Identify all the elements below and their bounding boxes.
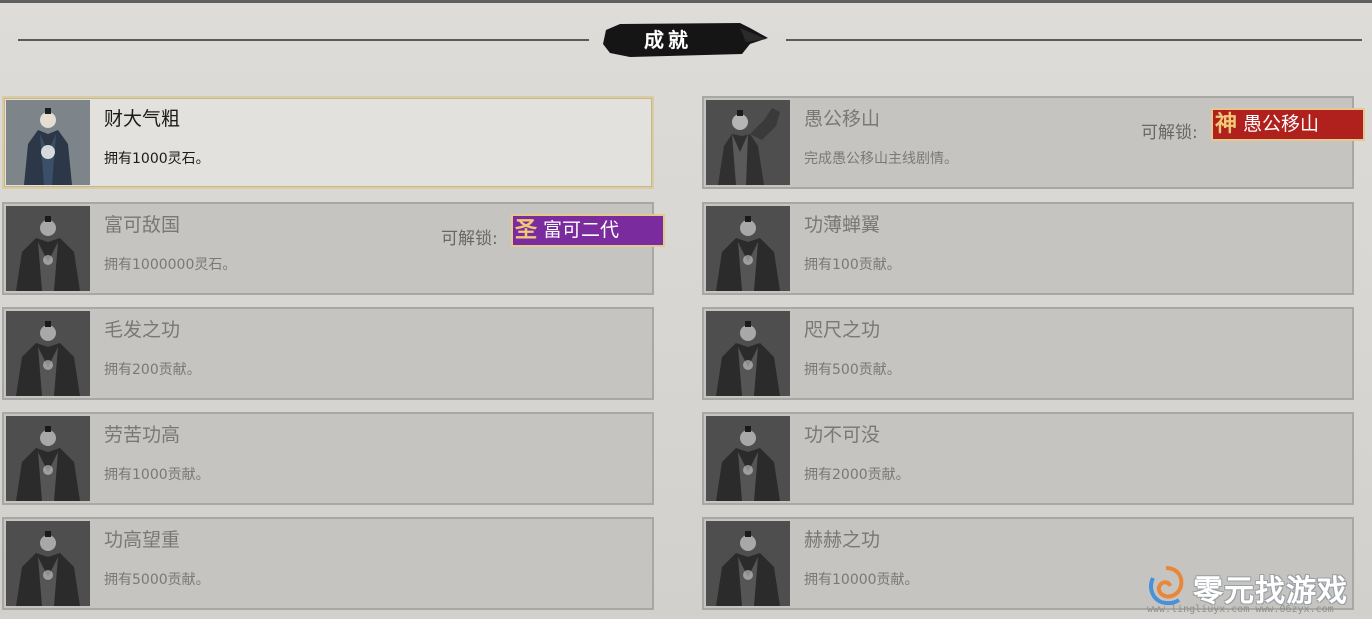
achievement-title: 咫尺之功	[804, 319, 881, 341]
achievement-title: 富可敌国	[104, 214, 181, 236]
achievement-portrait	[706, 100, 790, 185]
achievement-desc: 拥有100贡献。	[804, 257, 901, 273]
badge-glyph: 神	[1215, 111, 1238, 137]
watermark: 零元找游戏 www.lingliuyx.com www.06zyx.com	[1145, 560, 1365, 616]
achievement-desc: 完成愚公移山主线剧情。	[804, 151, 958, 167]
unlock-name: 愚公移山	[1243, 113, 1320, 135]
unlock-name: 富可二代	[543, 219, 620, 241]
achievement-card-cai-da-qi-cu[interactable]: 财大气粗 拥有1000灵石。	[2, 96, 654, 189]
top-edge	[0, 0, 1372, 3]
achievement-portrait	[706, 521, 790, 606]
unlock-badge-yu-gong-yi-shan[interactable]: 神 愚公移山	[1211, 108, 1365, 141]
achievement-desc: 拥有10000贡献。	[804, 572, 919, 588]
unlock-label: 可解锁:	[441, 229, 498, 249]
achievement-portrait	[706, 206, 790, 291]
achievement-title: 财大气粗	[104, 108, 181, 130]
unlock-label: 可解锁:	[1141, 123, 1198, 143]
watermark-url: www.lingliuyx.com www.06zyx.com	[1147, 604, 1334, 615]
achievement-portrait	[6, 521, 90, 606]
achievement-title: 功薄蝉翼	[804, 214, 881, 236]
achievement-desc: 拥有200贡献。	[104, 362, 201, 378]
achievement-title: 功高望重	[104, 529, 181, 551]
achievement-desc: 拥有1000贡献。	[104, 467, 210, 483]
achievement-desc: 拥有5000贡献。	[104, 572, 210, 588]
achievement-title: 愚公移山	[804, 108, 881, 130]
achievement-card-gong-gao-wang-zhong[interactable]: 功高望重 拥有5000贡献。	[2, 517, 654, 610]
achievement-portrait	[706, 311, 790, 396]
badge-glyph: 圣	[515, 217, 538, 243]
header-divider-right	[786, 39, 1362, 41]
achievement-portrait	[6, 206, 90, 291]
achievement-card-lao-ku-gong-gao[interactable]: 劳苦功高 拥有1000贡献。	[2, 412, 654, 505]
header-divider-left	[18, 39, 589, 41]
achievement-portrait	[6, 311, 90, 396]
watermark-logo-icon	[1149, 566, 1184, 606]
achievement-desc: 拥有2000贡献。	[804, 467, 910, 483]
achievement-desc: 拥有1000000灵石。	[104, 257, 237, 273]
achievement-card-fu-ke-di-guo[interactable]: 富可敌国 拥有1000000灵石。 可解锁: 圣 富可二代	[2, 202, 665, 295]
achievement-portrait	[6, 416, 90, 501]
achievement-portrait	[706, 416, 790, 501]
achievement-card-gong-bu-ke-mo[interactable]: 功不可没 拥有2000贡献。	[702, 412, 1354, 505]
achievement-portrait	[6, 100, 90, 185]
achievement-card-mao-fa-zhi-gong[interactable]: 毛发之功 拥有200贡献。	[2, 307, 654, 400]
achievement-desc: 拥有1000灵石。	[104, 151, 210, 167]
achievement-card-yu-gong-yi-shan[interactable]: 愚公移山 完成愚公移山主线剧情。 可解锁: 神 愚公移山	[702, 96, 1365, 189]
achievement-card-gong-bao-chan-yi[interactable]: 功薄蝉翼 拥有100贡献。	[702, 202, 1354, 295]
achievement-title: 赫赫之功	[804, 529, 881, 551]
achievement-desc: 拥有500贡献。	[804, 362, 901, 378]
achievement-card-zhi-chi-zhi-gong[interactable]: 咫尺之功 拥有500贡献。	[702, 307, 1354, 400]
page-title: 成就	[644, 28, 692, 52]
achievement-title: 毛发之功	[104, 319, 181, 341]
unlock-badge-fu-ke-er-dai[interactable]: 圣 富可二代	[511, 214, 665, 247]
achievement-title: 劳苦功高	[104, 424, 181, 446]
achievement-title: 功不可没	[804, 424, 881, 446]
